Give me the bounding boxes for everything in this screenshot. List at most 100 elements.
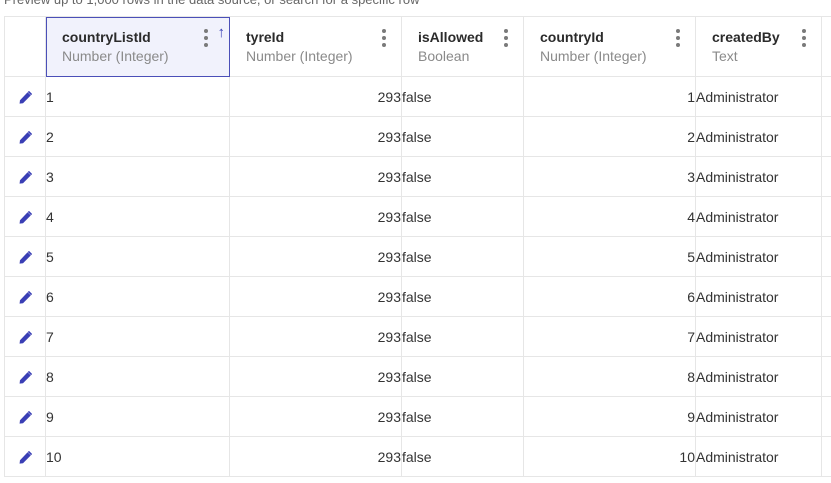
pencil-icon bbox=[19, 210, 32, 224]
cell-tyreid: 293 bbox=[229, 156, 402, 197]
cell-countryid: 2 bbox=[523, 116, 696, 157]
table-row: 8 293 false 8 Administrator bbox=[4, 356, 831, 397]
cell-next-column bbox=[821, 236, 831, 277]
cell-isallowed: false bbox=[401, 156, 524, 197]
column-type: Number (Integer) bbox=[540, 48, 647, 64]
edit-column-header bbox=[4, 16, 46, 77]
edit-row-button[interactable] bbox=[4, 396, 46, 437]
table-row: 10 293 false 10 Administrator bbox=[4, 436, 831, 477]
cell-isallowed: false bbox=[401, 76, 524, 117]
cell-next-column bbox=[821, 156, 831, 197]
cell-countrylistid: 10 bbox=[45, 436, 230, 477]
pencil-icon bbox=[19, 370, 32, 384]
cell-next-column bbox=[821, 76, 831, 117]
cell-isallowed: false bbox=[401, 356, 524, 397]
cell-isallowed: false bbox=[401, 436, 524, 477]
cell-createdby: Administrator bbox=[695, 236, 822, 277]
cell-tyreid: 293 bbox=[229, 356, 402, 397]
table-row: 2 293 false 2 Administrator bbox=[4, 116, 831, 157]
cell-countryid: 7 bbox=[523, 316, 696, 357]
edit-row-button[interactable] bbox=[4, 156, 46, 197]
cell-countrylistid: 2 bbox=[45, 116, 230, 157]
cell-countrylistid: 4 bbox=[45, 196, 230, 237]
cell-tyreid: 293 bbox=[229, 236, 402, 277]
column-menu-icon[interactable] bbox=[503, 29, 509, 47]
column-header-createdby[interactable]: createdBy Text bbox=[695, 16, 822, 77]
cell-tyreid: 293 bbox=[229, 76, 402, 117]
table-row: 7 293 false 7 Administrator bbox=[4, 316, 831, 357]
edit-row-button[interactable] bbox=[4, 76, 46, 117]
column-header-countryid[interactable]: countryId Number (Integer) bbox=[523, 16, 696, 77]
cell-createdby: Administrator bbox=[695, 436, 822, 477]
cell-countryid: 6 bbox=[523, 276, 696, 317]
column-type: Text bbox=[712, 48, 738, 64]
column-header-isallowed[interactable]: isAllowed Boolean bbox=[401, 16, 524, 77]
cell-createdby: Administrator bbox=[695, 356, 822, 397]
cell-createdby: Administrator bbox=[695, 316, 822, 357]
column-type: Number (Integer) bbox=[62, 48, 169, 64]
sort-ascending-icon[interactable]: ↑ bbox=[218, 25, 226, 41]
cell-isallowed: false bbox=[401, 396, 524, 437]
column-menu-icon[interactable] bbox=[675, 29, 681, 47]
pencil-icon bbox=[19, 450, 32, 464]
cell-tyreid: 293 bbox=[229, 196, 402, 237]
next-column-header bbox=[821, 16, 831, 77]
header-row: countryListId Number (Integer) ↑ tyreId … bbox=[4, 16, 831, 77]
cell-countrylistid: 7 bbox=[45, 316, 230, 357]
cell-createdby: Administrator bbox=[695, 76, 822, 117]
pencil-icon bbox=[19, 130, 32, 144]
column-name: tyreId bbox=[246, 29, 285, 45]
cell-next-column bbox=[821, 276, 831, 317]
cell-createdby: Administrator bbox=[695, 276, 822, 317]
pencil-icon bbox=[19, 170, 32, 184]
cell-next-column bbox=[821, 356, 831, 397]
table-row: 1 293 false 1 Administrator bbox=[4, 76, 831, 117]
cell-countryid: 10 bbox=[523, 436, 696, 477]
edit-row-button[interactable] bbox=[4, 236, 46, 277]
edit-row-button[interactable] bbox=[4, 196, 46, 237]
cell-countryid: 3 bbox=[523, 156, 696, 197]
cell-countrylistid: 3 bbox=[45, 156, 230, 197]
cell-countryid: 1 bbox=[523, 76, 696, 117]
cell-isallowed: false bbox=[401, 196, 524, 237]
cell-tyreid: 293 bbox=[229, 316, 402, 357]
column-header-tyreid[interactable]: tyreId Number (Integer) bbox=[229, 16, 402, 77]
column-name: countryId bbox=[540, 29, 604, 45]
cell-tyreid: 293 bbox=[229, 396, 402, 437]
column-menu-icon[interactable] bbox=[801, 29, 807, 47]
cell-tyreid: 293 bbox=[229, 276, 402, 317]
pencil-icon bbox=[19, 290, 32, 304]
edit-row-button[interactable] bbox=[4, 356, 46, 397]
edit-row-button[interactable] bbox=[4, 316, 46, 357]
column-type: Number (Integer) bbox=[246, 48, 353, 64]
cell-countryid: 5 bbox=[523, 236, 696, 277]
table-row: 6 293 false 6 Administrator bbox=[4, 276, 831, 317]
cell-next-column bbox=[821, 116, 831, 157]
table-row: 9 293 false 9 Administrator bbox=[4, 396, 831, 437]
grid-body: 1 293 false 1 Administrator 2 293 false … bbox=[4, 76, 831, 477]
cell-countrylistid: 1 bbox=[45, 76, 230, 117]
data-grid: countryListId Number (Integer) ↑ tyreId … bbox=[4, 16, 831, 477]
data-preview-panel: Preview up to 1,000 rows in the data sou… bbox=[0, 0, 831, 483]
cell-next-column bbox=[821, 436, 831, 477]
pencil-icon bbox=[19, 330, 32, 344]
cell-countrylistid: 5 bbox=[45, 236, 230, 277]
cell-countryid: 4 bbox=[523, 196, 696, 237]
table-row: 4 293 false 4 Administrator bbox=[4, 196, 831, 237]
pencil-icon bbox=[19, 90, 32, 104]
preview-note: Preview up to 1,000 rows in the data sou… bbox=[4, 0, 419, 10]
cell-createdby: Administrator bbox=[695, 196, 822, 237]
cell-isallowed: false bbox=[401, 116, 524, 157]
edit-row-button[interactable] bbox=[4, 436, 46, 477]
cell-countryid: 8 bbox=[523, 356, 696, 397]
cell-countrylistid: 8 bbox=[45, 356, 230, 397]
column-header-countrylistid[interactable]: countryListId Number (Integer) ↑ bbox=[45, 16, 230, 77]
cell-isallowed: false bbox=[401, 316, 524, 357]
edit-row-button[interactable] bbox=[4, 116, 46, 157]
cell-tyreid: 293 bbox=[229, 116, 402, 157]
column-menu-icon[interactable] bbox=[381, 29, 387, 47]
edit-row-button[interactable] bbox=[4, 276, 46, 317]
column-menu-icon[interactable] bbox=[203, 29, 209, 47]
pencil-icon bbox=[19, 410, 32, 424]
cell-createdby: Administrator bbox=[695, 156, 822, 197]
